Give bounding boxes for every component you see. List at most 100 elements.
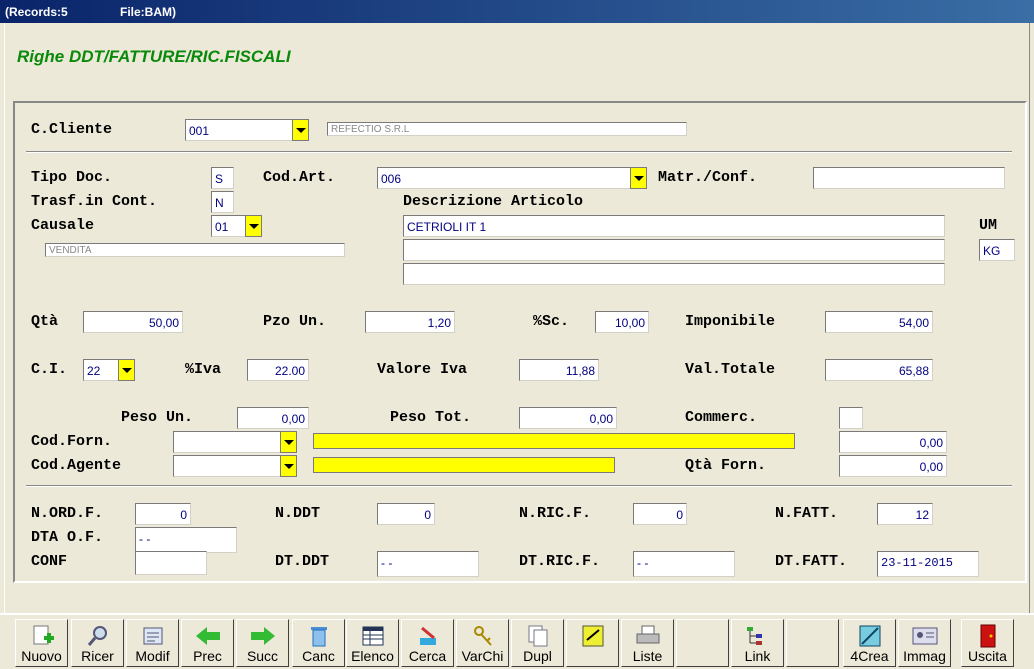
forn-amount-field: 0,00 [839, 431, 947, 453]
tipo-doc-field[interactable]: S [211, 167, 234, 189]
pzo-un-field[interactable]: 1,20 [365, 311, 455, 333]
qta-forn-field[interactable]: 0,00 [839, 455, 947, 477]
descr-line-3-field[interactable] [403, 263, 945, 285]
imponibile-label: Imponibile [685, 313, 776, 330]
separator [26, 485, 1012, 487]
succ-button[interactable]: Succ [236, 619, 289, 667]
conf-field[interactable] [135, 551, 207, 575]
peso-un-field[interactable]: 0,00 [237, 407, 309, 429]
ricer-label: Ricer [81, 648, 114, 664]
search-pencil-icon [420, 626, 436, 645]
dupl-button[interactable]: Dupl [511, 619, 564, 667]
dt-ddt-label: DT.DDT [275, 553, 330, 570]
sconto-field[interactable]: 10,00 [595, 311, 649, 333]
uscita-button[interactable]: Uscita [961, 619, 1014, 667]
valore-iva-label: Valore Iva [377, 361, 468, 378]
canc-button[interactable]: Canc [292, 619, 345, 667]
nuovo-label: Nuovo [21, 648, 62, 664]
val-totale-field: 65,88 [825, 359, 933, 381]
iva-field: 22.00 [247, 359, 309, 381]
cliente-label: C.Cliente [31, 121, 113, 138]
ricer-button[interactable]: Ricer [71, 619, 124, 667]
causale-dropdown-button[interactable] [245, 215, 262, 237]
causale-code-field[interactable]: 01 [211, 215, 246, 237]
forn-description-bar [313, 433, 795, 449]
form-panel: C.Cliente 001 REFECTIO S.R.L Tipo Doc. S… [13, 101, 1027, 583]
duplicate-icon [528, 625, 548, 647]
commerc-field[interactable] [839, 407, 863, 429]
modif-button[interactable]: Modif [126, 619, 179, 667]
cod-forn-field[interactable] [173, 431, 281, 453]
dt-ric-f-field[interactable]: - - [633, 551, 735, 577]
note-button[interactable] [566, 619, 619, 667]
cod-agente-field[interactable] [173, 455, 281, 477]
n-ddt-field[interactable]: 0 [377, 503, 435, 525]
cerca-label: Cerca [408, 648, 447, 664]
pzo-un-label: Pzo Un. [263, 313, 327, 330]
immag-button[interactable]: Immag [898, 619, 951, 667]
qta-field[interactable]: 50,00 [83, 311, 183, 333]
note-icon [582, 625, 604, 647]
peso-tot-label: Peso Tot. [390, 409, 472, 426]
cliente-code-field[interactable]: 001 [185, 119, 293, 141]
descr-line-2-field[interactable] [403, 239, 945, 261]
n-ord-f-field[interactable]: 0 [135, 503, 191, 525]
elenco-button[interactable]: Elenco [346, 619, 399, 667]
trasf-label: Trasf.in Cont. [31, 193, 158, 210]
varchi-label: VarChi [461, 648, 504, 664]
crea-button[interactable]: 4Crea [843, 619, 896, 667]
trasf-field[interactable]: N [211, 191, 234, 213]
link-button[interactable]: Link [731, 619, 784, 667]
qta-label: Qtà [31, 313, 59, 330]
immag-label: Immag [903, 648, 946, 664]
commerc-label: Commerc. [685, 409, 758, 426]
cod-forn-dropdown-button[interactable] [280, 431, 297, 453]
cod-agente-dropdown-button[interactable] [280, 455, 297, 477]
dupl-label: Dupl [523, 648, 552, 664]
arrow-right-icon [251, 627, 275, 645]
tipo-doc-label: Tipo Doc. [31, 169, 113, 186]
ci-field[interactable]: 22 [83, 359, 119, 381]
empty-button-1[interactable] [676, 619, 729, 667]
toolbar: Nuovo Ricer Modif Prec Succ Canc Elenco … [0, 613, 1034, 669]
link-label: Link [744, 648, 771, 664]
n-ric-f-field[interactable]: 0 [633, 503, 687, 525]
agente-description-bar [313, 457, 615, 473]
nuovo-button[interactable]: Nuovo [15, 619, 68, 667]
qta-forn-label: Qtà Forn. [685, 457, 767, 474]
matr-conf-field[interactable] [813, 167, 1005, 189]
form-title: Righe DDT/FATTURE/RIC.FISCALI [17, 47, 291, 66]
table-icon [362, 626, 384, 646]
empty-button-2[interactable] [786, 619, 839, 667]
cliente-dropdown-button[interactable] [292, 119, 309, 141]
edit-document-icon [143, 627, 163, 645]
liste-button[interactable]: Liste [621, 619, 674, 667]
arrow-left-icon [196, 627, 220, 645]
new-document-icon [33, 625, 54, 645]
n-fatt-field[interactable]: 12 [877, 503, 933, 525]
val-totale-label: Val.Totale [685, 361, 776, 378]
peso-un-label: Peso Un. [121, 409, 194, 426]
cerca-button[interactable]: Cerca [401, 619, 454, 667]
trash-icon [311, 627, 327, 647]
descr-line-1-field[interactable]: CETRIOLI IT 1 [403, 215, 945, 237]
canc-label: Canc [302, 648, 335, 664]
dt-ddt-field[interactable]: - - [377, 551, 479, 577]
cod-art-dropdown-button[interactable] [630, 167, 647, 189]
dta-of-field[interactable]: - - [135, 527, 237, 553]
id-card-icon [912, 627, 938, 645]
dt-fatt-label: DT.FATT. [775, 553, 848, 570]
dt-fatt-field[interactable]: 23-11-2015 [877, 551, 979, 577]
dta-of-label: DTA O.F. [31, 529, 104, 546]
descr-art-label: Descrizione Articolo [403, 193, 584, 210]
varchi-button[interactable]: VarChi [456, 619, 509, 667]
keys-icon [474, 626, 492, 646]
ci-dropdown-button[interactable] [118, 359, 135, 381]
prec-button[interactable]: Prec [181, 619, 234, 667]
peso-tot-field[interactable]: 0,00 [519, 407, 617, 429]
valore-iva-field: 11,88 [519, 359, 599, 381]
cod-art-field[interactable]: 006 [377, 167, 631, 189]
n-ric-f-label: N.RIC.F. [519, 505, 592, 522]
um-field[interactable]: KG [979, 239, 1015, 261]
magnifier-icon [87, 626, 107, 646]
